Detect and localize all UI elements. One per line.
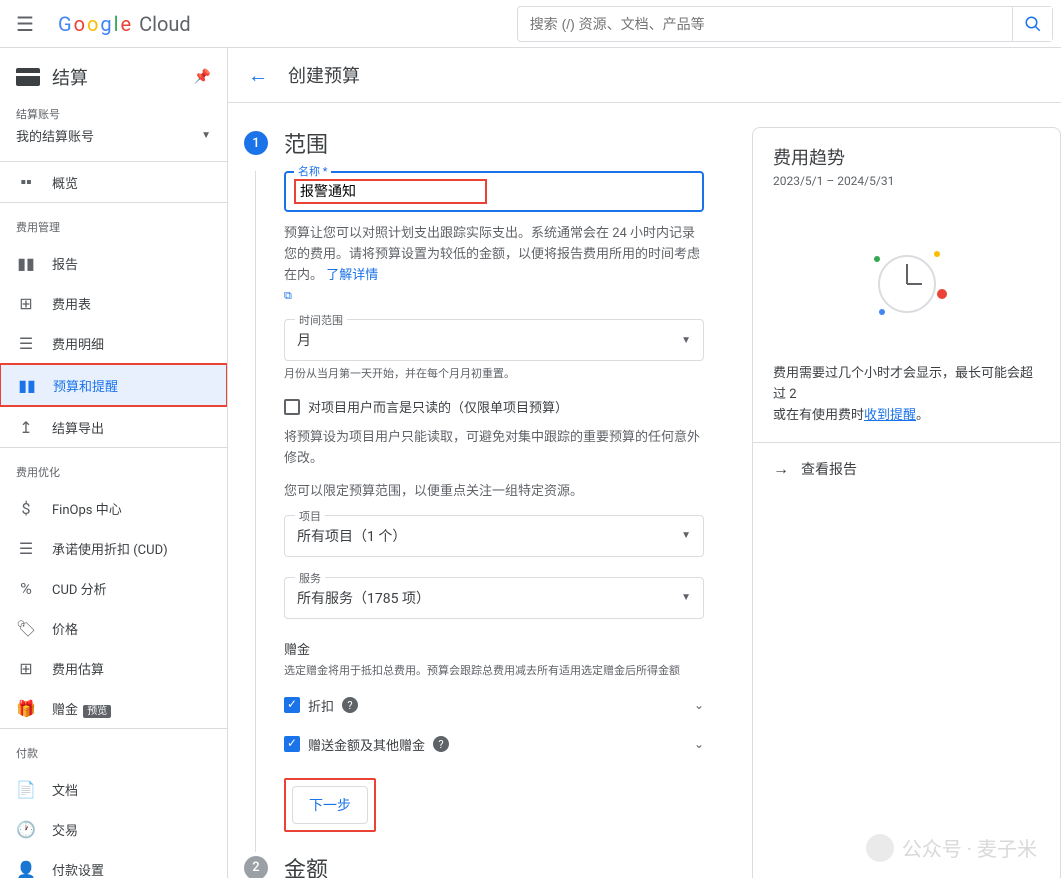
export-icon: ↥ — [16, 417, 36, 437]
chevron-down-icon: ⌄ — [694, 698, 704, 712]
next-button[interactable]: 下一步 — [292, 786, 368, 824]
name-input-wrap — [284, 171, 704, 212]
sidebar-item-budgets[interactable]: ▮▮ 预算和提醒 — [1, 365, 226, 405]
name-label: 名称 * — [294, 163, 331, 179]
search-box — [517, 6, 1053, 42]
trend-panel: 费用趋势 2023/5/1 – 2024/5/31 费用需要过 — [752, 127, 1061, 878]
trend-title: 费用趋势 — [773, 144, 1040, 170]
description-text: 预算让您可以对照计划支出跟踪实际支出。系统通常会在 24 小时内记录您的费用。请… — [284, 224, 704, 307]
chevron-down-icon: ▼ — [201, 130, 211, 141]
logo[interactable]: Google Cloud — [58, 12, 191, 36]
calculator-icon: ⊞ — [16, 658, 36, 678]
step-number-1: 1 — [244, 131, 268, 155]
account-selector[interactable]: 结算账号 我的结算账号 ▼ — [0, 102, 227, 161]
alert-link[interactable]: 收到提醒 — [864, 408, 916, 423]
step-2-header[interactable]: 2 金额 — [236, 852, 728, 878]
trend-note: 费用需要过几个小时才会显示，最长可能会超过 2 或在有使用费时收到提醒。 — [753, 364, 1060, 442]
sidebar-item-finops[interactable]: $ FinOps 中心 — [0, 488, 227, 528]
services-select[interactable]: 服务 所有服务（1785 项） ▼ — [284, 577, 704, 619]
page-header: ← 创建预算 — [228, 48, 1061, 103]
sidebar-item-cud-analysis[interactable]: % CUD 分析 — [0, 568, 227, 608]
chevron-down-icon: ▼ — [681, 335, 691, 346]
time-range-select[interactable]: 时间范围 月 ▼ — [284, 319, 704, 361]
chart-icon: ▮▮ — [17, 375, 37, 395]
name-input[interactable] — [300, 183, 481, 199]
help-icon[interactable]: ? — [342, 697, 358, 713]
page-title: 创建预算 — [288, 62, 360, 88]
bar-chart-icon: ▮▮ — [16, 253, 36, 273]
top-bar: ☰ Google Cloud — [0, 0, 1061, 48]
credits-checkbox[interactable] — [284, 736, 300, 752]
search-icon — [1024, 15, 1042, 33]
sidebar-item-overview[interactable]: ▪▪ 概览 — [0, 162, 227, 202]
next-button-highlight: 下一步 — [284, 778, 376, 832]
chevron-down-icon: ▼ — [681, 592, 691, 603]
sidebar-item-pricing[interactable]: 🏷 价格 — [0, 608, 227, 648]
watermark: 公众号 · 麦子米 — [866, 833, 1037, 862]
billing-icon — [16, 68, 40, 86]
clock-icon: 🕐 — [16, 819, 36, 839]
step-number-2: 2 — [244, 856, 268, 878]
arrow-right-icon: → — [773, 459, 789, 479]
step-1-header: 1 范围 — [236, 127, 728, 159]
discount-expand[interactable]: 折扣 ? ⌄ — [284, 686, 704, 725]
dashboard-icon: ▪▪ — [16, 172, 36, 192]
dollar-icon: $ — [16, 498, 36, 518]
menu-icon[interactable]: ☰ — [8, 4, 42, 44]
sidebar-item-pay-settings[interactable]: 👤 付款设置 — [0, 849, 227, 878]
external-link-icon: ⧉ — [284, 289, 292, 302]
projects-select[interactable]: 项目 所有项目（1 个） ▼ — [284, 515, 704, 557]
person-icon: 👤 — [16, 859, 36, 878]
trend-date-range: 2023/5/1 – 2024/5/31 — [773, 174, 1040, 188]
sidebar-item-transactions[interactable]: 🕐 交易 — [0, 809, 227, 849]
list-icon: ☰ — [16, 333, 36, 353]
gift-icon: 🎁 — [16, 698, 36, 718]
sidebar-item-credits[interactable]: 🎁 赠金 预览 — [0, 688, 227, 728]
percent-icon: % — [16, 578, 36, 598]
chevron-down-icon: ▼ — [681, 530, 691, 541]
credits-expand[interactable]: 赠送金额及其他赠金 ? ⌄ — [284, 725, 704, 764]
view-report-link[interactable]: → 查看报告 — [753, 442, 1060, 495]
pin-icon[interactable]: 📌 — [194, 69, 211, 85]
sidebar-item-cost-detail[interactable]: ☰ 费用明细 — [0, 323, 227, 363]
sidebar: 结算 📌 结算账号 我的结算账号 ▼ ▪▪ 概览 费用管理 ▮▮ 报告 ⊞ 费用… — [0, 48, 228, 878]
sidebar-item-cost-est[interactable]: ⊞ 费用估算 — [0, 648, 227, 688]
tag-icon: 🏷 — [16, 618, 36, 638]
search-button[interactable] — [1012, 7, 1052, 41]
learn-more-link[interactable]: 了解详情 — [326, 268, 378, 283]
sidebar-item-reports[interactable]: ▮▮ 报告 — [0, 243, 227, 283]
sidebar-item-cost-table[interactable]: ⊞ 费用表 — [0, 283, 227, 323]
search-input[interactable] — [518, 16, 1012, 32]
document-icon: 📄 — [16, 779, 36, 799]
discount-checkbox[interactable] — [284, 697, 300, 713]
sidebar-item-docs[interactable]: 📄 文档 — [0, 769, 227, 809]
back-button[interactable]: ← — [248, 63, 268, 88]
sidebar-title: 结算 — [52, 64, 182, 90]
sidebar-item-export[interactable]: ↥ 结算导出 — [0, 407, 227, 447]
wechat-icon — [866, 834, 894, 862]
table-icon: ⊞ — [16, 293, 36, 313]
chevron-down-icon: ⌄ — [694, 737, 704, 751]
sidebar-item-cud[interactable]: ☰ 承诺使用折扣 (CUD) — [0, 528, 227, 568]
readonly-checkbox[interactable] — [284, 399, 300, 415]
content-main: ← 创建预算 1 范围 名称 * — [228, 48, 1061, 878]
sidebar-header: 结算 📌 — [0, 48, 227, 102]
clock-illustration — [753, 204, 1060, 364]
discount-icon: ☰ — [16, 538, 36, 558]
help-icon[interactable]: ? — [433, 736, 449, 752]
